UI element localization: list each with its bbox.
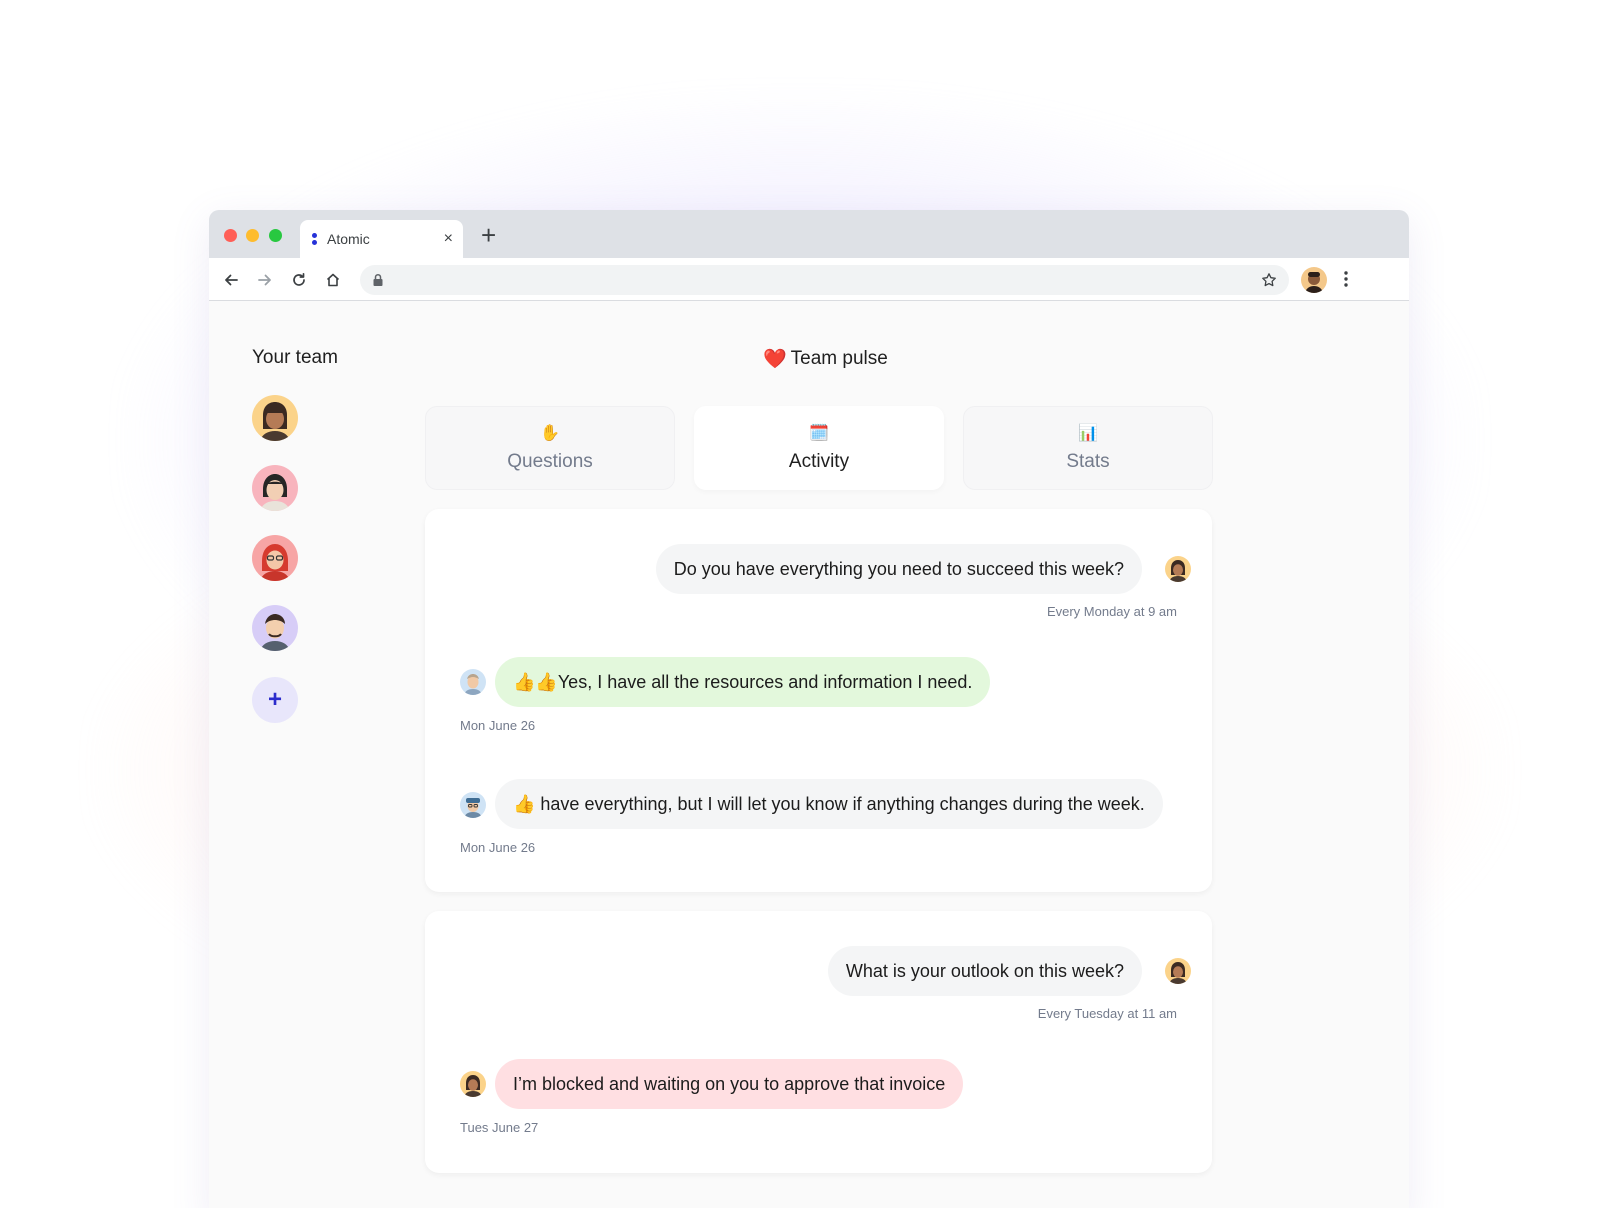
asker-avatar xyxy=(1165,556,1191,582)
tab-label: Stats xyxy=(1066,451,1110,472)
lock-icon xyxy=(372,273,384,292)
asker-avatar xyxy=(1165,958,1191,984)
question-bubble: What is your outlook on this week? xyxy=(827,946,1142,996)
page-title: ❤️ Team pulse xyxy=(763,347,888,371)
tab-questions[interactable]: ✋ Questions xyxy=(425,406,675,490)
calendar-icon: 🗓️ xyxy=(809,425,829,442)
browser-menu-icon[interactable] xyxy=(1343,270,1349,293)
raised-hand-icon: ✋ xyxy=(540,425,560,442)
new-tab-button[interactable]: + xyxy=(481,222,496,248)
atomic-logo-icon xyxy=(310,232,318,246)
team-member-avatar[interactable] xyxy=(252,535,298,581)
page-content: Your team + ❤️ Team pulse ✋ Questions 🗓️… xyxy=(209,301,1409,1208)
team-member-avatar[interactable] xyxy=(252,465,298,511)
pulse-tabs: ✋ Questions 🗓️ Activity 📊 Stats xyxy=(425,406,1213,490)
profile-avatar[interactable] xyxy=(1301,267,1327,293)
tab-bar: Atomic × + xyxy=(209,210,1409,258)
tab-label: Questions xyxy=(507,451,593,472)
tab-title: Atomic xyxy=(327,231,370,247)
close-window-button[interactable] xyxy=(224,229,237,242)
answer-date: Mon June 26 xyxy=(460,840,536,855)
answer-bubble: 👍 have everything, but I will let you kn… xyxy=(495,779,1163,829)
answer-date: Mon June 26 xyxy=(460,718,536,733)
address-bar[interactable] xyxy=(360,265,1289,295)
forward-arrow-icon[interactable] xyxy=(254,269,276,291)
responder-avatar xyxy=(460,792,486,818)
heart-icon: ❤️ xyxy=(763,349,787,370)
answer-date: Tues June 27 xyxy=(460,1120,539,1135)
answer-bubble: I’m blocked and waiting on you to approv… xyxy=(495,1059,964,1109)
back-arrow-icon[interactable] xyxy=(220,269,242,291)
browser-window: Atomic × + Your team + ❤️ Team pulse ✋ Q… xyxy=(209,210,1409,1208)
tab-close-icon[interactable]: × xyxy=(444,230,453,248)
bar-chart-icon: 📊 xyxy=(1078,425,1098,442)
tab-stats[interactable]: 📊 Stats xyxy=(963,406,1213,490)
pulse-thread-card: What is your outlook on this week? Every… xyxy=(425,911,1212,1173)
browser-tab[interactable]: Atomic × xyxy=(300,220,463,258)
browser-toolbar xyxy=(209,258,1409,301)
maximize-window-button[interactable] xyxy=(269,229,282,242)
tab-activity[interactable]: 🗓️ Activity xyxy=(694,406,944,490)
add-team-member-button[interactable]: + xyxy=(252,677,298,723)
schedule-label: Every Tuesday at 11 am xyxy=(1037,1006,1177,1021)
reload-icon[interactable] xyxy=(288,269,310,291)
responder-avatar xyxy=(460,669,486,695)
answer-bubble: 👍👍Yes, I have all the resources and info… xyxy=(495,657,991,707)
team-member-avatar[interactable] xyxy=(252,395,298,441)
page-title-text: Team pulse xyxy=(790,348,888,369)
minimize-window-button[interactable] xyxy=(246,229,259,242)
bookmark-star-icon[interactable] xyxy=(1261,272,1277,293)
home-icon[interactable] xyxy=(322,269,344,291)
responder-avatar xyxy=(460,1071,486,1097)
team-member-avatar[interactable] xyxy=(252,605,298,651)
question-bubble: Do you have everything you need to succe… xyxy=(655,544,1142,594)
your-team-heading: Your team xyxy=(252,347,338,368)
pulse-thread-card: Do you have everything you need to succe… xyxy=(425,509,1212,892)
tab-label: Activity xyxy=(788,451,850,472)
schedule-label: Every Monday at 9 am xyxy=(1046,604,1177,619)
